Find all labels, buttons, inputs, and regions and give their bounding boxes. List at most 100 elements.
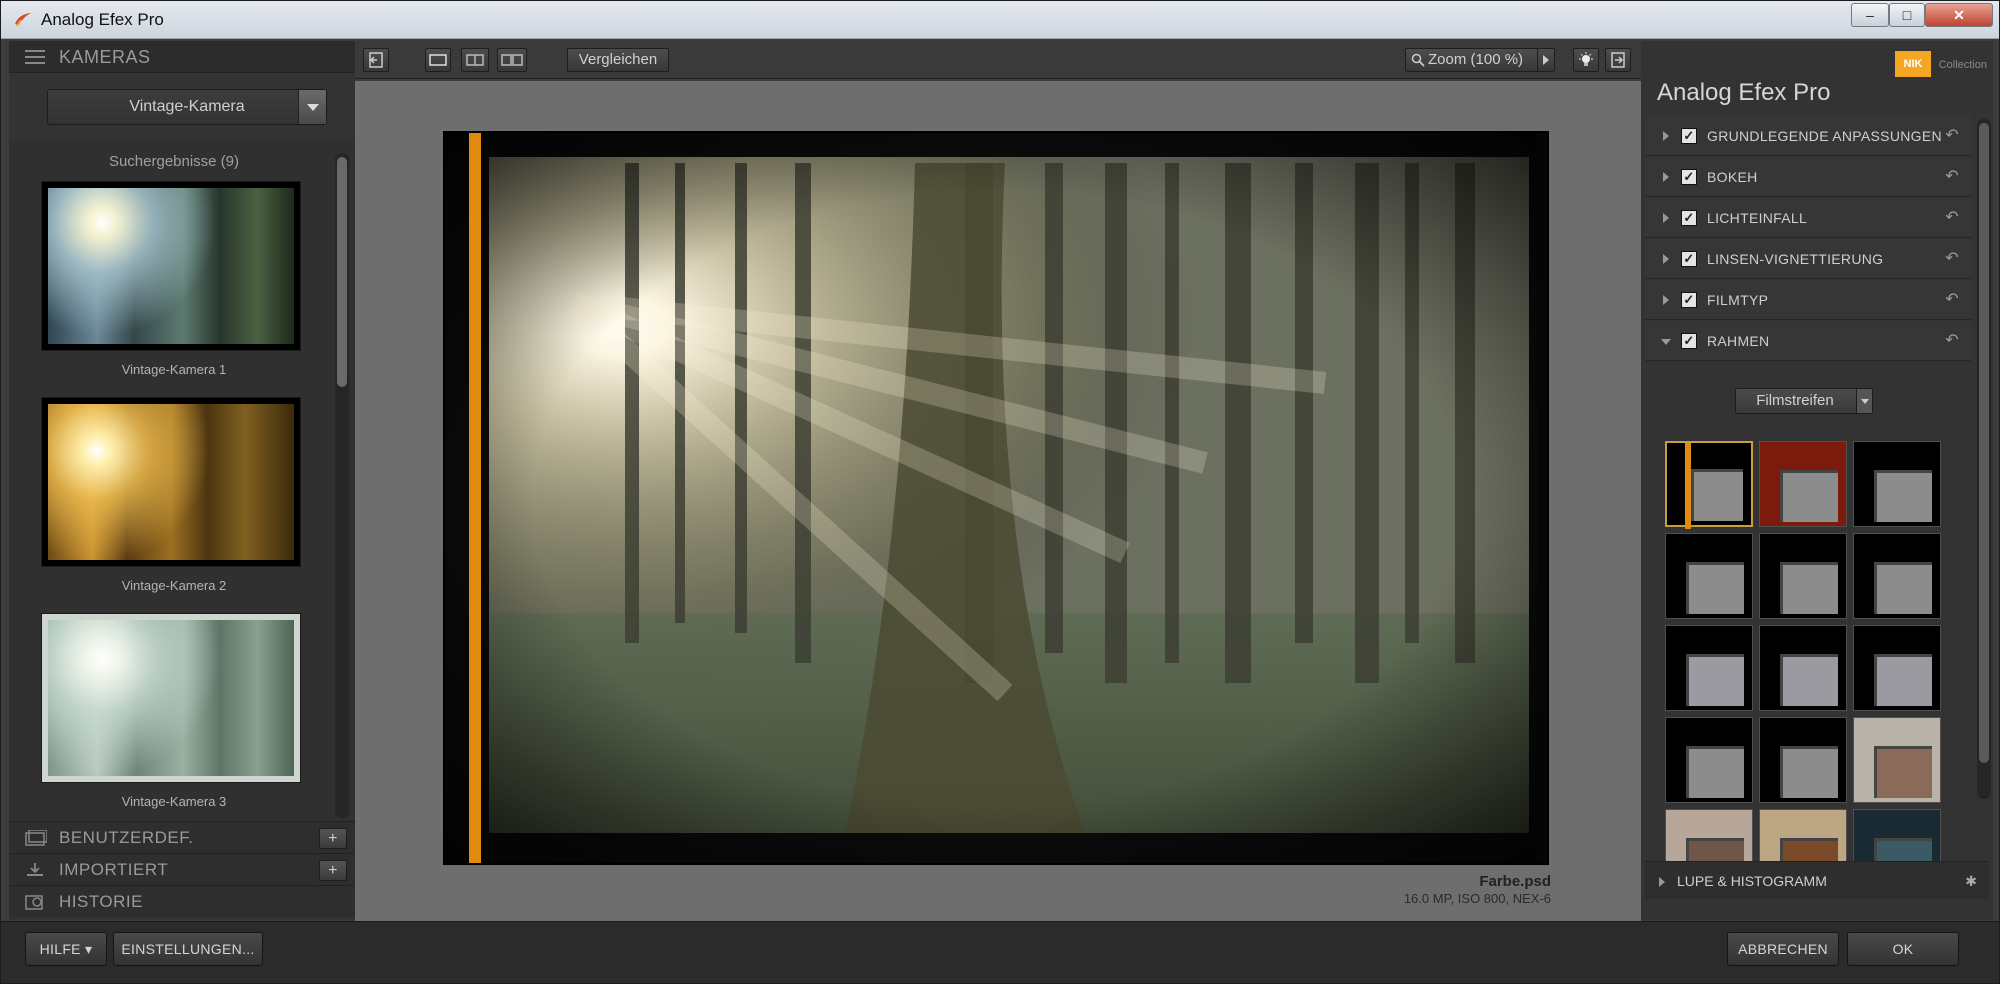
image-viewer: Farbe.psd 16.0 MP, ISO 800, NEX-6 (355, 81, 1641, 921)
reset-icon[interactable]: ↶ (1945, 280, 1959, 320)
effect-checkbox[interactable]: ✓ (1681, 210, 1697, 226)
cameras-header[interactable]: KAMERAS (9, 41, 355, 73)
effect-label: GRUNDLEGENDE ANPASSUNGEN (1707, 128, 1942, 144)
add-button[interactable]: + (319, 860, 347, 881)
close-icon: ✕ (1953, 7, 1965, 23)
frame-type-select[interactable]: Filmstreifen (1735, 388, 1873, 414)
collapse-arrow-icon[interactable] (1661, 339, 1671, 345)
frame-option[interactable] (1665, 717, 1753, 803)
bulb-icon (1579, 52, 1593, 66)
result-thumbnail-2[interactable] (41, 397, 301, 567)
settings-button[interactable]: EINSTELLUNGEN... (113, 932, 263, 966)
effect-checkbox[interactable]: ✓ (1681, 169, 1697, 185)
single-view-button[interactable] (425, 48, 451, 72)
scrollbar-thumb[interactable] (337, 157, 347, 387)
effect-light-leaks[interactable]: ✓ LICHTEINFALL ↶ (1645, 198, 1971, 238)
minimize-button[interactable]: – (1851, 3, 1889, 27)
chevron-down-icon[interactable] (1856, 389, 1872, 413)
effect-checkbox[interactable]: ✓ (1681, 251, 1697, 267)
preview-photo[interactable] (443, 131, 1549, 865)
expand-arrow-icon[interactable] (1663, 131, 1669, 141)
maximize-button[interactable]: □ (1889, 3, 1925, 27)
result-label: Vintage-Kamera 3 (121, 794, 227, 809)
frame-option[interactable] (1665, 441, 1753, 529)
expand-arrow-icon[interactable] (1663, 213, 1669, 223)
effect-basic-adjustments[interactable]: ✓ GRUNDLEGENDE ANPASSUNGEN ↶ (1645, 116, 1971, 156)
effect-lens-vignette[interactable]: ✓ LINSEN-VIGNETTIERUNG ↶ (1645, 239, 1971, 279)
preview-image (48, 188, 294, 344)
panel-toggle-icon (369, 52, 383, 68)
background-light-button[interactable] (1573, 48, 1599, 72)
frame-option[interactable] (1853, 625, 1941, 711)
ok-button[interactable]: OK (1847, 932, 1959, 966)
expand-arrow-icon[interactable] (1663, 172, 1669, 182)
frame-option[interactable] (1759, 441, 1847, 527)
effects-scrollbar[interactable] (1977, 119, 1991, 799)
left-panel: KAMERAS Vintage-Kamera Suchergebnisse (9… (9, 41, 355, 920)
side-by-side-view-button[interactable] (497, 48, 527, 72)
preview-image (48, 620, 294, 776)
scrollbar-thumb[interactable] (1979, 123, 1989, 763)
frame-option[interactable] (1759, 533, 1847, 619)
add-button[interactable]: + (319, 828, 347, 849)
frame-type-value: Filmstreifen (1756, 392, 1834, 409)
camera-preset-select[interactable]: Vintage-Kamera (47, 89, 327, 125)
effect-film-type[interactable]: ✓ FILMTYP ↶ (1645, 280, 1971, 320)
reset-icon[interactable]: ↶ (1945, 157, 1959, 197)
loupe-histogram-section[interactable]: LUPE & HISTOGRAMM ✱ (1645, 861, 1989, 899)
frame-option[interactable] (1759, 625, 1847, 711)
section-history[interactable]: HISTORIE (9, 885, 355, 917)
reset-icon[interactable]: ↶ (1945, 239, 1959, 279)
close-button[interactable]: ✕ (1925, 3, 1993, 27)
expand-arrow-icon[interactable] (1663, 295, 1669, 305)
expand-arrow-icon[interactable] (1659, 877, 1665, 887)
reset-icon[interactable]: ↶ (1945, 321, 1959, 361)
window-title: Analog Efex Pro (41, 10, 164, 29)
split-view-button[interactable] (461, 48, 489, 72)
toggle-browser-button[interactable] (363, 48, 389, 72)
panel-toggle-icon (1611, 52, 1625, 68)
effect-bokeh[interactable]: ✓ BOKEH ↶ (1645, 157, 1971, 197)
right-panel: NIK Collection Analog Efex Pro ✓ GRUNDLE… (1641, 41, 1993, 920)
import-icon (27, 863, 43, 876)
chevron-right-icon (1543, 55, 1549, 65)
zoom-control[interactable]: Zoom (100 %) (1405, 48, 1551, 72)
effect-checkbox[interactable]: ✓ (1681, 292, 1697, 308)
expand-arrow-icon[interactable] (1663, 254, 1669, 264)
file-info: 16.0 MP, ISO 800, NEX-6 (1403, 891, 1551, 906)
file-name: Farbe.psd (1479, 873, 1551, 890)
section-custom[interactable]: BENUTZERDEF. + (9, 821, 355, 853)
effect-frames[interactable]: ✓ RAHMEN ↶ (1645, 321, 1971, 361)
help-button[interactable]: HILFE ▾ (25, 932, 107, 966)
pin-icon[interactable]: ✱ (1965, 862, 1977, 900)
chevron-down-icon[interactable] (298, 90, 326, 124)
reset-icon[interactable]: ↶ (1945, 116, 1959, 156)
frame-option[interactable] (1665, 533, 1753, 619)
compare-button[interactable]: Vergleichen (567, 48, 669, 72)
results-title: Suchergebnisse (9) (108, 153, 240, 170)
effect-checkbox[interactable]: ✓ (1681, 128, 1697, 144)
frame-option[interactable] (1853, 533, 1941, 619)
result-label: Vintage-Kamera 1 (121, 362, 227, 377)
result-thumbnail-3[interactable] (41, 613, 301, 783)
effect-checkbox[interactable]: ✓ (1681, 333, 1697, 349)
frame-option[interactable] (1759, 717, 1847, 803)
result-thumbnail-1[interactable] (41, 181, 301, 351)
history-icon (25, 895, 43, 910)
frame-gallery (1665, 441, 1945, 881)
section-label: IMPORTIERT (59, 860, 169, 879)
effect-label: LINSEN-VIGNETTIERUNG (1707, 251, 1884, 267)
results-list: Suchergebnisse (9) Vintage-Kamera 1 Vint… (9, 141, 355, 821)
zoom-menu-button[interactable] (1537, 48, 1555, 72)
toggle-controls-button[interactable] (1605, 48, 1631, 72)
section-imported[interactable]: IMPORTIERT + (9, 853, 355, 885)
frame-option[interactable] (1853, 441, 1941, 527)
results-scrollbar[interactable] (335, 153, 349, 818)
nik-collection-label: Collection (1938, 59, 1987, 71)
cameras-header-label: KAMERAS (59, 47, 151, 67)
cancel-button[interactable]: ABBRECHEN (1727, 932, 1839, 966)
frame-option[interactable] (1665, 625, 1753, 711)
view-toolbar: Vergleichen Zoom (100 %) (355, 41, 1641, 79)
reset-icon[interactable]: ↶ (1945, 198, 1959, 238)
frame-option[interactable] (1853, 717, 1941, 803)
